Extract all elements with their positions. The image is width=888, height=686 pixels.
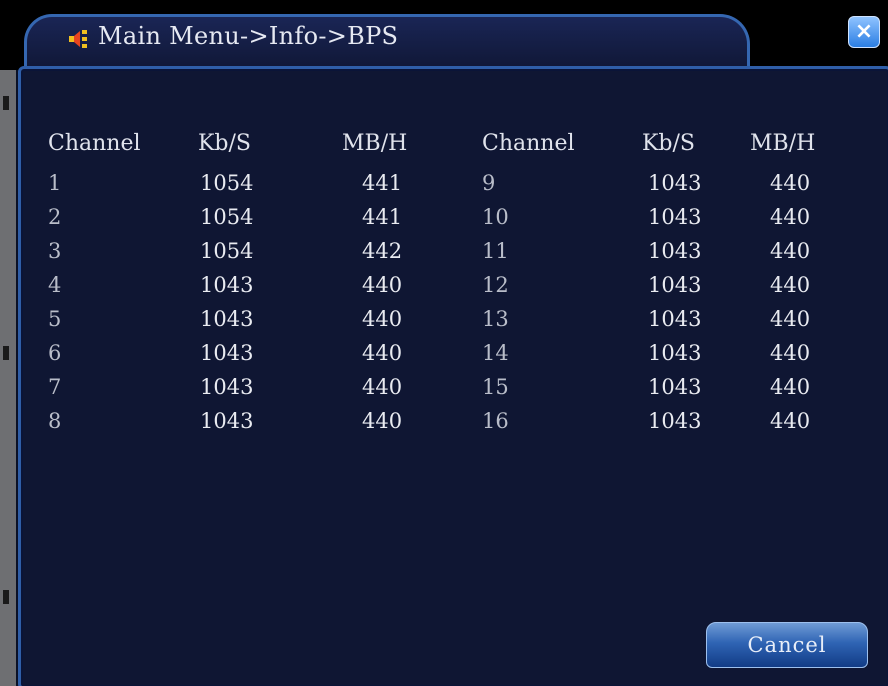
edge-tick <box>3 590 9 604</box>
close-icon: × <box>854 19 874 44</box>
mbh-cell: 440 <box>770 239 811 263</box>
table-body: 1 1054 441 9 1043 440 2 1054 441 10 1043 440 3 1054 44… <box>48 166 840 438</box>
kbs-cell: 1043 <box>200 375 254 399</box>
header-channel: Channel <box>482 130 575 156</box>
table-row: 3 1054 442 11 1043 440 <box>48 234 840 268</box>
channel-cell: 8 <box>48 409 62 433</box>
kbs-cell: 1043 <box>648 409 702 433</box>
header-kbs: Kb/S <box>642 130 696 156</box>
kbs-cell: 1043 <box>200 273 254 297</box>
mbh-cell: 440 <box>770 341 811 365</box>
table-header-row: Channel Kb/S MB/H Channel Kb/S MB/H <box>48 120 840 166</box>
table-row: 8 1043 440 16 1043 440 <box>48 404 840 438</box>
mbh-cell: 440 <box>362 307 403 331</box>
channel-cell: 9 <box>482 171 496 195</box>
mbh-cell: 440 <box>770 273 811 297</box>
bps-table: Channel Kb/S MB/H Channel Kb/S MB/H 1 105… <box>48 120 840 438</box>
channel-cell: 15 <box>482 375 509 399</box>
header-mbh: MB/H <box>342 130 408 156</box>
left-edge <box>0 70 16 686</box>
channel-cell: 2 <box>48 205 62 229</box>
speaker-icon <box>69 30 87 48</box>
window-title: Main Menu->Info->BPS <box>98 22 399 50</box>
header-mbh: MB/H <box>750 130 816 156</box>
kbs-cell: 1043 <box>648 307 702 331</box>
kbs-cell: 1054 <box>200 239 254 263</box>
kbs-cell: 1043 <box>200 307 254 331</box>
mbh-cell: 440 <box>362 375 403 399</box>
kbs-cell: 1043 <box>648 205 702 229</box>
table-row: 5 1043 440 13 1043 440 <box>48 302 840 336</box>
channel-cell: 12 <box>482 273 509 297</box>
mbh-cell: 441 <box>362 205 403 229</box>
kbs-cell: 1054 <box>200 205 254 229</box>
kbs-cell: 1043 <box>648 341 702 365</box>
edge-tick <box>3 346 9 360</box>
mbh-cell: 440 <box>770 205 811 229</box>
channel-cell: 1 <box>48 171 62 195</box>
cancel-button[interactable]: Cancel <box>706 622 868 668</box>
channel-cell: 3 <box>48 239 62 263</box>
channel-cell: 13 <box>482 307 509 331</box>
kbs-cell: 1043 <box>648 375 702 399</box>
header-kbs: Kb/S <box>198 130 252 156</box>
close-button[interactable]: × <box>848 16 880 48</box>
table-row: 7 1043 440 15 1043 440 <box>48 370 840 404</box>
kbs-cell: 1054 <box>200 171 254 195</box>
mbh-cell: 441 <box>362 171 403 195</box>
table-row: 4 1043 440 12 1043 440 <box>48 268 840 302</box>
channel-cell: 10 <box>482 205 509 229</box>
mbh-cell: 440 <box>362 341 403 365</box>
channel-cell: 5 <box>48 307 62 331</box>
kbs-cell: 1043 <box>648 239 702 263</box>
mbh-cell: 440 <box>770 409 811 433</box>
channel-cell: 7 <box>48 375 62 399</box>
kbs-cell: 1043 <box>200 409 254 433</box>
screen: Main Menu->Info->BPS × Channel Kb/S MB/H… <box>0 0 888 686</box>
edge-tick <box>3 96 9 110</box>
channel-cell: 16 <box>482 409 509 433</box>
channel-cell: 11 <box>482 239 509 263</box>
kbs-cell: 1043 <box>648 273 702 297</box>
mbh-cell: 440 <box>770 307 811 331</box>
kbs-cell: 1043 <box>648 171 702 195</box>
kbs-cell: 1043 <box>200 341 254 365</box>
table-row: 6 1043 440 14 1043 440 <box>48 336 840 370</box>
channel-cell: 4 <box>48 273 62 297</box>
mbh-cell: 440 <box>362 409 403 433</box>
mbh-cell: 440 <box>770 171 811 195</box>
channel-cell: 14 <box>482 341 509 365</box>
mbh-cell: 440 <box>770 375 811 399</box>
mbh-cell: 440 <box>362 273 403 297</box>
header-channel: Channel <box>48 130 141 156</box>
table-row: 1 1054 441 9 1043 440 <box>48 166 840 200</box>
mbh-cell: 442 <box>362 239 403 263</box>
table-row: 2 1054 441 10 1043 440 <box>48 200 840 234</box>
channel-cell: 6 <box>48 341 62 365</box>
